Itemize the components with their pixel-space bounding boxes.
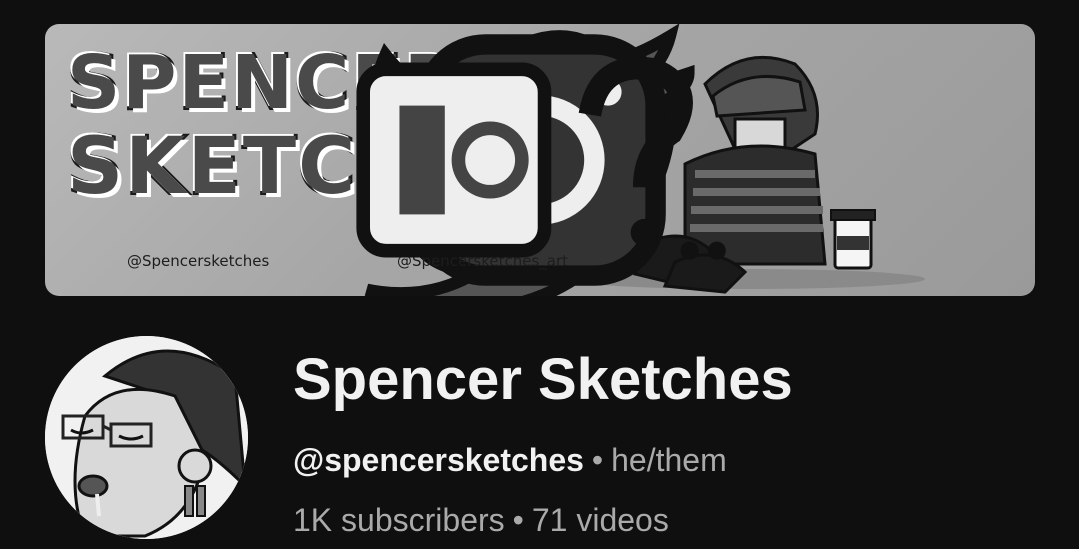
channel-banner: SPENCER SKETCHES @Spencersketches @Spenc… — [45, 24, 1035, 296]
channel-stats-line: 1K subscribers • 71 videos — [293, 502, 669, 539]
meta-separator: • — [591, 442, 604, 478]
channel-name: Spencer Sketches — [293, 347, 793, 412]
channel-pronouns: he/them — [611, 442, 727, 478]
video-count: 71 videos — [531, 502, 669, 538]
channel-meta-line: @spencersketches • he/them — [293, 442, 727, 479]
stats-separator: • — [512, 502, 524, 538]
sticker-question-icon — [356, 56, 726, 260]
channel-avatar[interactable] — [45, 336, 248, 539]
channel-handle: @spencersketches — [293, 442, 584, 478]
avatar-illustration — [45, 336, 248, 539]
subscriber-count: 1K subscribers — [293, 502, 505, 538]
